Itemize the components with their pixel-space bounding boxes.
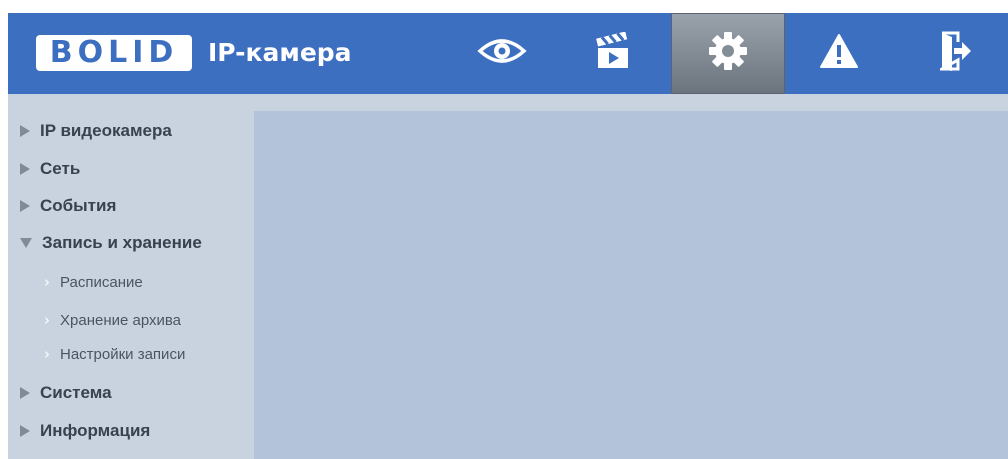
sidebar-item-label: Информация bbox=[40, 421, 151, 440]
header-divider bbox=[8, 94, 1008, 111]
submenu-item-label: Настройки записи bbox=[60, 345, 186, 363]
sidebar-item-record-storage[interactable]: Запись и хранение bbox=[20, 228, 202, 258]
eye-icon bbox=[477, 36, 527, 71]
sidebar-item-label: События bbox=[40, 196, 117, 215]
nav-logout-button[interactable] bbox=[908, 13, 1003, 94]
logo-text: BOLID bbox=[49, 35, 179, 70]
chevron-right-icon: › bbox=[44, 310, 50, 329]
nav-playback-button[interactable] bbox=[564, 13, 664, 94]
nav-settings-button[interactable] bbox=[671, 13, 785, 94]
caret-right-icon bbox=[20, 163, 30, 175]
caret-right-icon bbox=[20, 125, 30, 137]
content-panel bbox=[254, 111, 1008, 459]
nav-live-view-button[interactable] bbox=[452, 13, 552, 94]
submenu-item-archive-storage[interactable]: › Хранение архива bbox=[44, 306, 181, 334]
app-window: BOLID IP-камера IP видеокамера Сеть Собы… bbox=[8, 13, 1008, 459]
caret-right-icon bbox=[20, 200, 30, 212]
sidebar-item-label: Запись и хранение bbox=[42, 233, 202, 252]
sidebar-item-label: Сеть bbox=[40, 159, 81, 178]
submenu-item-record-settings[interactable]: › Настройки записи bbox=[44, 340, 185, 368]
warning-icon bbox=[819, 33, 859, 74]
sidebar-item-label: IP видеокамера bbox=[40, 121, 172, 140]
caret-right-icon bbox=[20, 425, 30, 437]
exit-door-icon bbox=[935, 31, 972, 76]
sidebar-item-network[interactable]: Сеть bbox=[20, 154, 80, 184]
caret-down-icon bbox=[20, 238, 32, 248]
submenu-item-schedule[interactable]: › Расписание bbox=[44, 268, 143, 296]
nav-alarm-button[interactable] bbox=[794, 13, 884, 94]
sidebar-item-events[interactable]: События bbox=[20, 191, 116, 221]
clapperboard-icon bbox=[596, 31, 632, 75]
chevron-right-icon: › bbox=[44, 344, 50, 363]
chevron-right-icon: › bbox=[44, 272, 50, 291]
caret-right-icon bbox=[20, 387, 30, 399]
bolid-logo: BOLID bbox=[36, 35, 192, 71]
submenu-item-label: Хранение архива bbox=[60, 311, 182, 329]
sidebar-item-system[interactable]: Система bbox=[20, 378, 112, 408]
product-title: IP-камера bbox=[208, 38, 352, 67]
header-bar: BOLID IP-камера bbox=[8, 13, 1008, 94]
settings-sidebar: IP видеокамера Сеть События Запись и хра… bbox=[8, 111, 254, 459]
sidebar-item-ip-camera[interactable]: IP видеокамера bbox=[20, 116, 172, 146]
submenu-item-label: Расписание bbox=[60, 273, 143, 291]
gear-icon bbox=[708, 31, 748, 76]
sidebar-item-label: Система bbox=[40, 383, 112, 402]
sidebar-item-information[interactable]: Информация bbox=[20, 416, 150, 446]
